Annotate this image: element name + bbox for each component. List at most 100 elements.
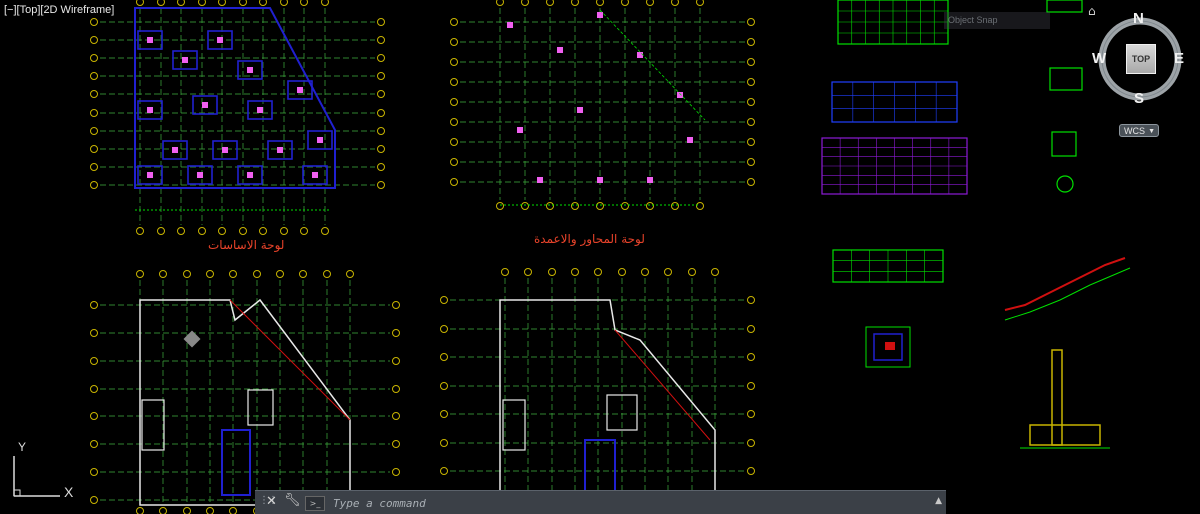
compass-west[interactable]: W bbox=[1092, 50, 1106, 67]
axis-bubble bbox=[546, 202, 554, 210]
axis-bubble bbox=[747, 58, 755, 66]
axis-bubble bbox=[206, 270, 214, 278]
shaft bbox=[502, 399, 526, 451]
axis-bubble bbox=[90, 109, 98, 117]
axis-bubble bbox=[157, 227, 165, 235]
axis-bubble bbox=[747, 158, 755, 166]
column bbox=[257, 107, 263, 113]
axis-bubble bbox=[496, 0, 504, 6]
viewport-controls-label[interactable]: [−][Top][2D Wireframe] bbox=[4, 3, 114, 17]
axis-bubble bbox=[646, 202, 654, 210]
axis-bubble bbox=[239, 0, 247, 6]
axis-bubble bbox=[618, 268, 626, 276]
axis-bubble bbox=[90, 496, 98, 504]
wcs-menu-button[interactable]: WCS ▼ bbox=[1119, 124, 1159, 137]
axis-bubble bbox=[440, 467, 448, 475]
section-detail bbox=[1049, 67, 1083, 91]
axis-bubble bbox=[747, 138, 755, 146]
axis-bubble bbox=[90, 329, 98, 337]
axis-bubble bbox=[571, 202, 579, 210]
axis-bubble bbox=[90, 72, 98, 80]
viewcube-top-face[interactable]: TOP bbox=[1126, 44, 1156, 74]
axis-bubble bbox=[524, 268, 532, 276]
close-icon[interactable]: ✕ bbox=[266, 494, 277, 509]
command-input[interactable] bbox=[331, 494, 915, 513]
column bbox=[297, 87, 303, 93]
axis-bubble bbox=[90, 90, 98, 98]
axis-bubble bbox=[90, 440, 98, 448]
axis-bubble bbox=[664, 268, 672, 276]
axis-bubble bbox=[747, 325, 755, 333]
stair-core bbox=[221, 429, 251, 496]
column bbox=[247, 67, 253, 73]
axis-bubble bbox=[377, 109, 385, 117]
column bbox=[312, 172, 318, 178]
compass-east[interactable]: E bbox=[1174, 50, 1184, 67]
axis-bubble bbox=[440, 325, 448, 333]
axis-bubble bbox=[747, 98, 755, 106]
wall-detail bbox=[1029, 424, 1101, 446]
axis-bubble bbox=[90, 163, 98, 171]
axis-bubble bbox=[671, 0, 679, 6]
axis-bubble bbox=[90, 18, 98, 26]
axis-bubble bbox=[377, 36, 385, 44]
recent-commands-icon[interactable]: >_ bbox=[305, 496, 325, 511]
axis-bubble bbox=[323, 270, 331, 278]
axis-bubble bbox=[440, 410, 448, 418]
axis-bubble bbox=[183, 507, 191, 514]
axis-bubble bbox=[377, 54, 385, 62]
axis-bubble bbox=[747, 439, 755, 447]
axis-bubble bbox=[747, 353, 755, 361]
column bbox=[277, 147, 283, 153]
axis-bubble bbox=[229, 270, 237, 278]
axis-bubble bbox=[377, 163, 385, 171]
column bbox=[317, 137, 323, 143]
axis-bubble bbox=[280, 0, 288, 6]
column bbox=[172, 147, 178, 153]
axis-bubble bbox=[177, 0, 185, 6]
axis-bubble bbox=[136, 270, 144, 278]
axis-bubble bbox=[321, 227, 329, 235]
foundation-plan-title: لوحة الاساسات bbox=[208, 238, 285, 252]
command-line[interactable]: ⋮⋮ ✕ 🔧︎ >_ ▲ bbox=[255, 490, 946, 514]
axis-bubble bbox=[90, 412, 98, 420]
axis-bubble bbox=[621, 0, 629, 6]
wrench-icon[interactable]: 🔧︎ bbox=[284, 493, 301, 508]
model-space-canvas[interactable] bbox=[0, 0, 1200, 514]
axis-bubble bbox=[90, 357, 98, 365]
section-detail bbox=[1051, 131, 1077, 157]
column bbox=[202, 102, 208, 108]
axis-bubble bbox=[392, 357, 400, 365]
axis-bubble bbox=[346, 270, 354, 278]
axis-bubble bbox=[747, 78, 755, 86]
axis-bubble bbox=[136, 227, 144, 235]
object-snap-tooltip: Object Snap bbox=[944, 12, 1050, 29]
axis-bubble bbox=[596, 0, 604, 6]
column bbox=[147, 172, 153, 178]
axis-bubble bbox=[136, 507, 144, 514]
axis-bubble bbox=[177, 227, 185, 235]
column bbox=[577, 107, 583, 113]
viewcube[interactable]: ⌂ N E W S TOP bbox=[1088, 4, 1186, 110]
chevron-down-icon: ▼ bbox=[1148, 128, 1155, 135]
axis-bubble bbox=[183, 270, 191, 278]
chevron-up-icon[interactable]: ▲ bbox=[935, 496, 942, 506]
axis-bubble bbox=[159, 507, 167, 514]
wall-outline bbox=[139, 298, 351, 506]
axis-bubble bbox=[90, 468, 98, 476]
axis-bubble bbox=[696, 202, 704, 210]
axis-bubble bbox=[646, 0, 654, 6]
compass-north[interactable]: N bbox=[1133, 10, 1144, 27]
column bbox=[507, 22, 513, 28]
axis-bubble bbox=[206, 507, 214, 514]
axis-bubble bbox=[621, 202, 629, 210]
axis-bubble bbox=[450, 58, 458, 66]
axis-bubble bbox=[229, 507, 237, 514]
column bbox=[537, 177, 543, 183]
wcs-label: WCS bbox=[1124, 126, 1145, 136]
compass-south[interactable]: S bbox=[1134, 90, 1144, 107]
red-line bbox=[614, 329, 711, 441]
axis-bubble bbox=[90, 127, 98, 135]
home-icon[interactable]: ⌂ bbox=[1088, 4, 1096, 18]
axis-bubble bbox=[747, 467, 755, 475]
